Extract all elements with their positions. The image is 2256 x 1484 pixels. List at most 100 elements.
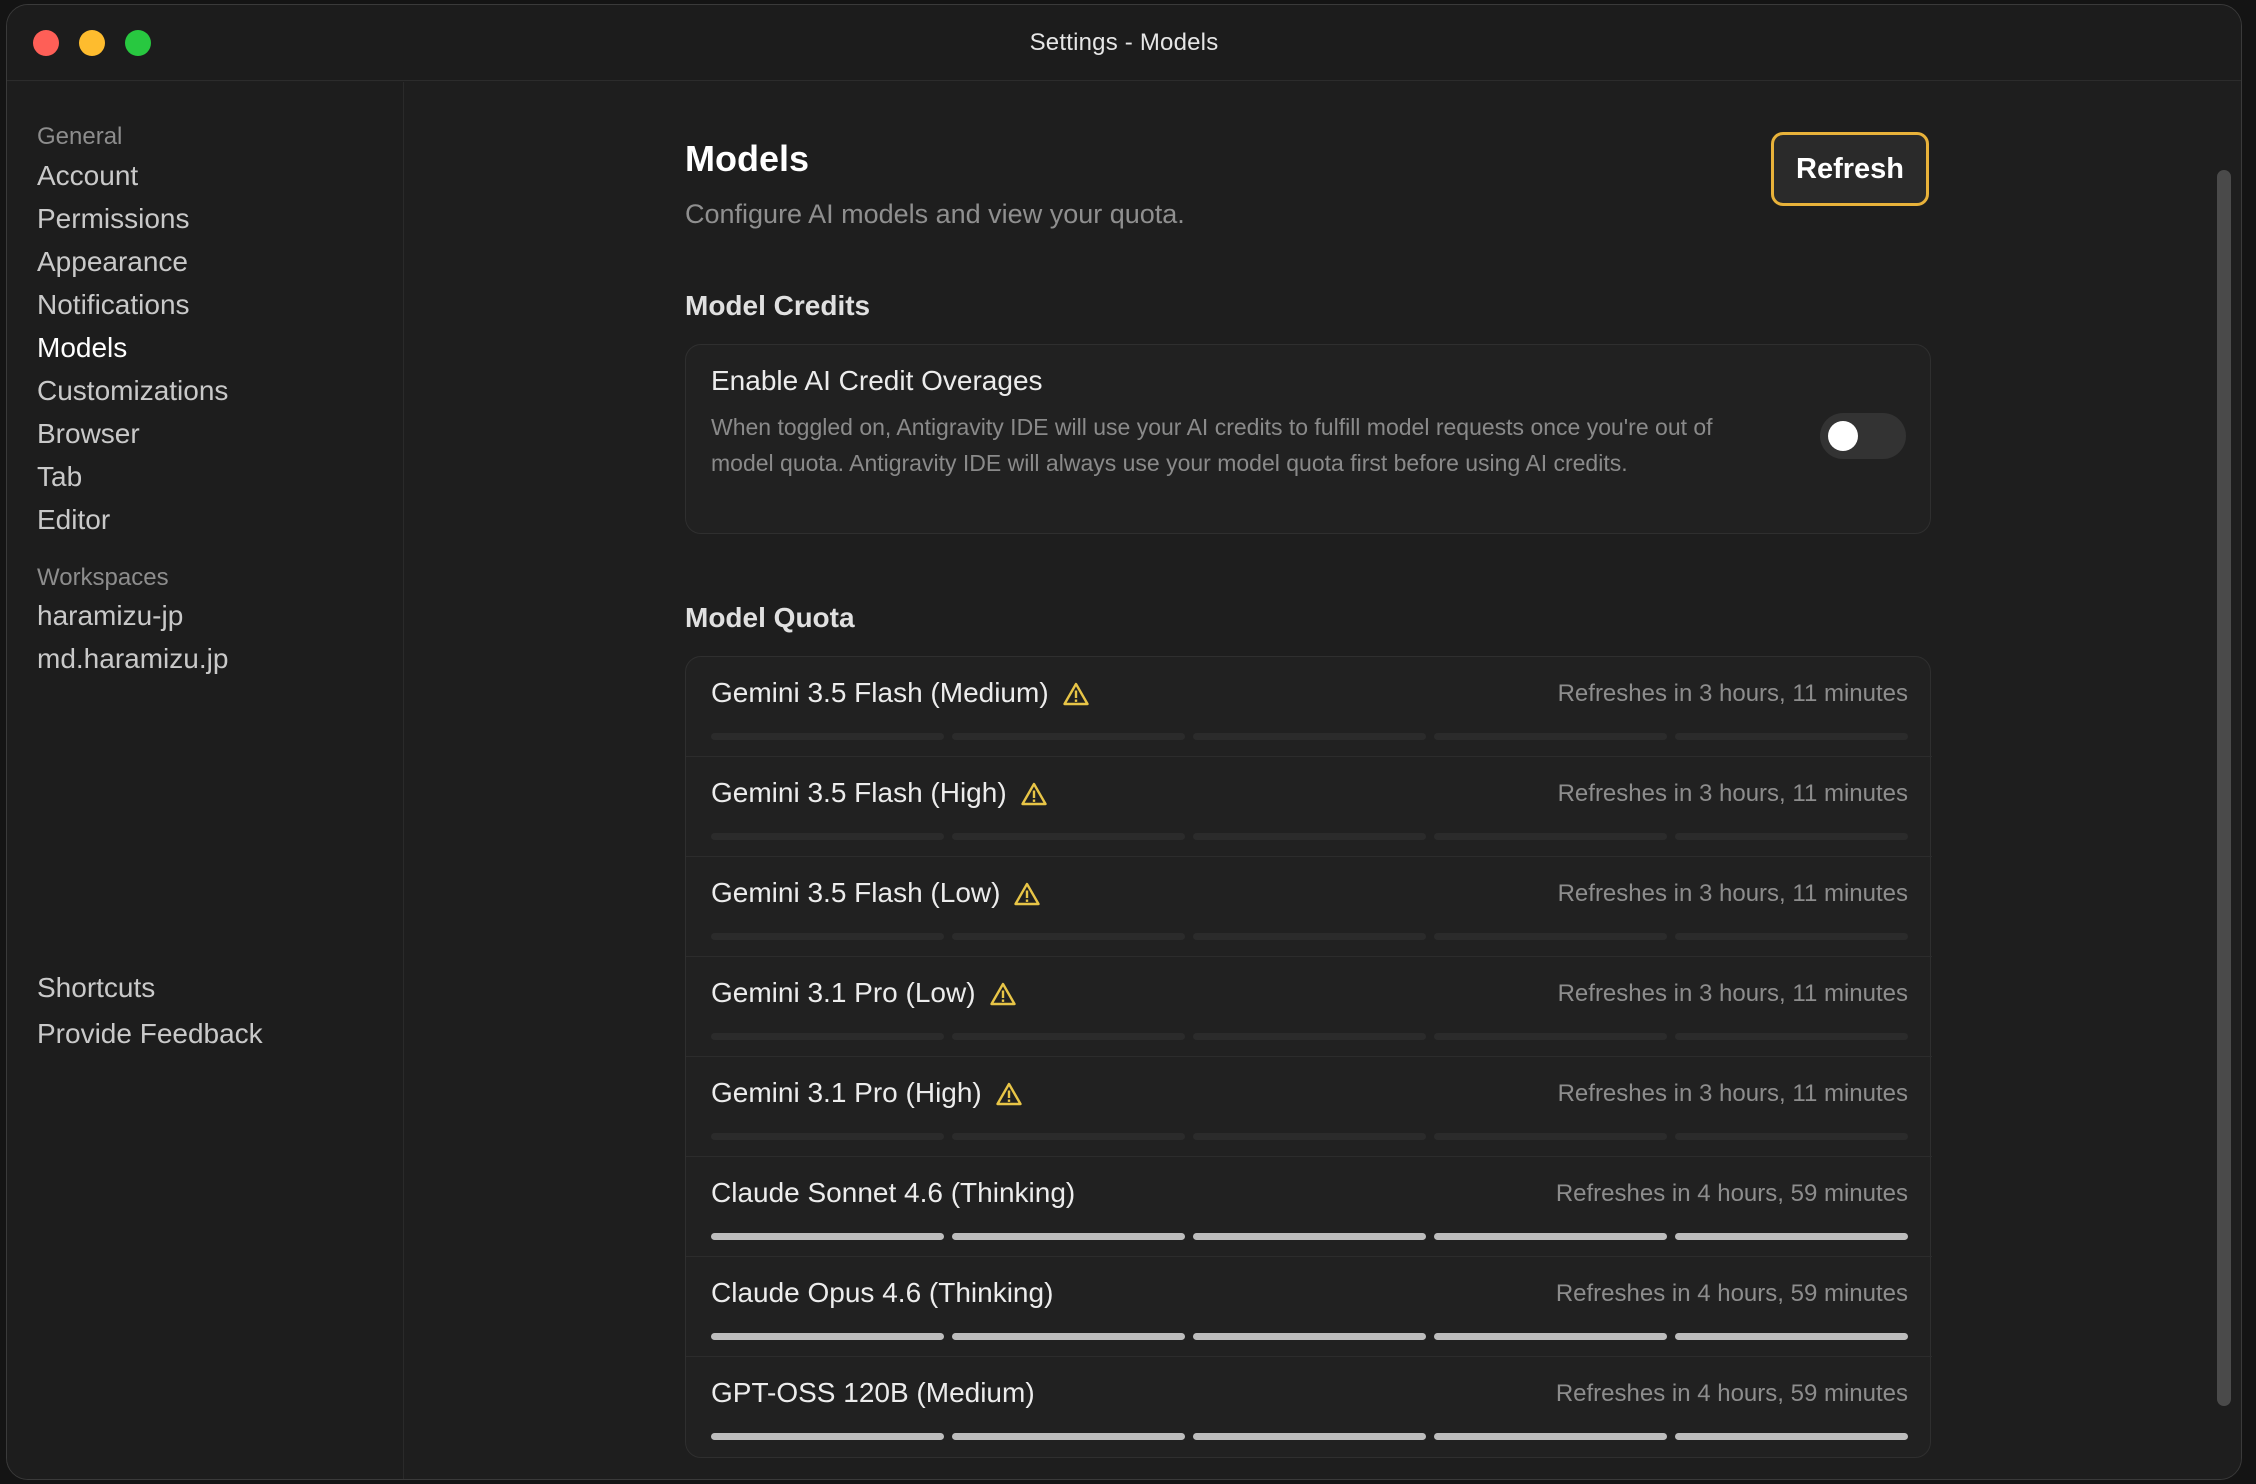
quota-segment	[1675, 1133, 1908, 1140]
model-quota-heading: Model Quota	[685, 602, 855, 633]
model-name-label: GPT-OSS 120B (Medium)	[711, 1377, 1035, 1408]
warning-triangle-icon	[996, 1081, 1022, 1106]
scrollbar[interactable]	[2217, 170, 2231, 1406]
refresh-button[interactable]: Refresh	[1771, 132, 1929, 206]
quota-progress-bar	[711, 733, 1908, 740]
table-row: Gemini 3.1 Pro (Low) Refreshes in 3 hours…	[686, 957, 1932, 1057]
refresh-countdown: Refreshes in 3 hours, 11 minutes	[1557, 880, 1908, 907]
quota-segment	[1193, 833, 1426, 840]
table-row: Gemini 3.5 Flash (Medium) Refreshes in 3 …	[686, 657, 1932, 757]
refresh-countdown: Refreshes in 3 hours, 11 minutes	[1557, 680, 1908, 707]
sidebar-item-permissions[interactable]: Permissions	[37, 203, 189, 235]
settings-content: Models Configure AI models and view your…	[405, 82, 2241, 1479]
quota-segment	[952, 1033, 1185, 1040]
quota-segment	[1193, 1433, 1426, 1440]
quota-segment	[1434, 1033, 1667, 1040]
quota-progress-bar	[711, 1433, 1908, 1440]
model-name-label: Gemini 3.1 Pro (Low)	[711, 977, 976, 1008]
title-bar: Settings - Models	[7, 5, 2241, 81]
quota-segment	[1434, 933, 1667, 940]
refresh-countdown: Refreshes in 3 hours, 11 minutes	[1557, 1080, 1908, 1107]
quota-progress-bar	[711, 1133, 1908, 1140]
quota-segment	[952, 1133, 1185, 1140]
sidebar-item-workspace-md-haramizu-jp[interactable]: md.haramizu.jp	[37, 643, 228, 675]
quota-segment	[1193, 1033, 1426, 1040]
quota-progress-bar	[711, 1333, 1908, 1340]
credit-overages-toggle[interactable]	[1820, 413, 1906, 459]
quota-segment	[1434, 733, 1667, 740]
quota-segment	[952, 1433, 1185, 1440]
quota-segment	[711, 1233, 944, 1240]
sidebar-item-models[interactable]: Models	[37, 332, 127, 364]
model-name: Gemini 3.5 Flash (Medium)	[711, 677, 1089, 709]
model-quota-list: Gemini 3.5 Flash (Medium) Refreshes in 3 …	[685, 656, 1932, 1458]
sidebar-item-account[interactable]: Account	[37, 160, 138, 192]
quota-segment	[1434, 833, 1667, 840]
model-name-label: Claude Sonnet 4.6 (Thinking)	[711, 1177, 1076, 1208]
quota-segment	[1675, 1433, 1908, 1440]
quota-segment	[1675, 833, 1908, 840]
quota-segment	[1675, 1333, 1908, 1340]
quota-segment	[1193, 1333, 1426, 1340]
credit-overages-card: Enable AI Credit Overages When toggled o…	[685, 344, 1931, 534]
quota-segment	[1675, 933, 1908, 940]
warning-triangle-icon	[1020, 781, 1047, 806]
model-name-label: Gemini 3.5 Flash (Medium)	[711, 677, 1049, 708]
quota-segment	[711, 733, 944, 740]
quota-segment	[711, 933, 944, 940]
model-name: Gemini 3.5 Flash (High)	[711, 777, 1047, 809]
model-name-label: Gemini 3.5 Flash (High)	[711, 777, 1007, 808]
model-name: Gemini 3.5 Flash (Low)	[711, 877, 1041, 909]
quota-segment	[1675, 733, 1908, 740]
model-name: Gemini 3.1 Pro (High)	[711, 1077, 1022, 1109]
table-row: GPT-OSS 120B (Medium) Refreshes in 4 hour…	[686, 1357, 1932, 1457]
refresh-countdown: Refreshes in 3 hours, 11 minutes	[1557, 980, 1908, 1007]
quota-segment	[952, 733, 1185, 740]
credit-overages-description: When toggled on, Antigravity IDE will us…	[711, 414, 1713, 476]
settings-window: Settings - Models General Account Permis…	[6, 4, 2242, 1480]
window-title: Settings - Models	[1029, 29, 1219, 56]
refresh-countdown: Refreshes in 4 hours, 59 minutes	[1555, 1280, 1908, 1307]
quota-segment	[952, 1233, 1185, 1240]
quota-segment	[1193, 1133, 1426, 1140]
refresh-countdown: Refreshes in 3 hours, 11 minutes	[1557, 780, 1908, 807]
sidebar-section-workspaces: Workspaces	[37, 564, 169, 591]
toggle-knob	[1828, 421, 1858, 451]
sidebar-item-tab[interactable]: Tab	[37, 461, 82, 493]
model-name: GPT-OSS 120B (Medium)	[711, 1377, 1035, 1409]
sidebar-item-appearance[interactable]: Appearance	[37, 246, 188, 278]
quota-segment	[711, 1333, 944, 1340]
table-row: Gemini 3.5 Flash (Low) Refreshes in 3 hou…	[686, 857, 1932, 957]
model-name-label: Gemini 3.5 Flash (Low)	[711, 877, 1001, 908]
model-name-label: Claude Opus 4.6 (Thinking)	[711, 1277, 1054, 1308]
quota-segment	[711, 833, 944, 840]
sidebar-item-customizations[interactable]: Customizations	[37, 375, 228, 407]
quota-segment	[711, 1033, 944, 1040]
quota-segment	[1434, 1133, 1667, 1140]
table-row: Gemini 3.5 Flash (High) Refreshes in 3 ho…	[686, 757, 1932, 857]
model-name: Claude Opus 4.6 (Thinking)	[711, 1277, 1053, 1309]
quota-segment	[711, 1133, 944, 1140]
sidebar-item-provide-feedback[interactable]: Provide Feedback	[37, 1018, 263, 1050]
quota-segment	[711, 1433, 944, 1440]
quota-segment	[952, 1333, 1185, 1340]
sidebar-item-workspace-haramizu-jp[interactable]: haramizu-jp	[37, 600, 183, 632]
quota-segment	[1675, 1233, 1908, 1240]
quota-segment	[1193, 933, 1426, 940]
model-name: Gemini 3.1 Pro (Low)	[711, 977, 1016, 1009]
quota-progress-bar	[711, 933, 1908, 940]
table-row: Claude Sonnet 4.6 (Thinking) Refreshes in…	[686, 1157, 1932, 1257]
sidebar: General Account Permissions Appearance N…	[7, 82, 404, 1479]
refresh-countdown: Refreshes in 4 hours, 59 minutes	[1555, 1380, 1908, 1407]
sidebar-item-browser[interactable]: Browser	[37, 418, 140, 450]
sidebar-item-notifications[interactable]: Notifications	[37, 289, 190, 321]
credit-overages-title: Enable AI Credit Overages	[711, 365, 1043, 396]
sidebar-item-editor[interactable]: Editor	[37, 504, 110, 536]
quota-segment	[952, 933, 1185, 940]
warning-triangle-icon	[1014, 881, 1041, 906]
model-name: Claude Sonnet 4.6 (Thinking)	[711, 1177, 1075, 1209]
table-row: Gemini 3.1 Pro (High) Refreshes in 3 hour…	[686, 1057, 1932, 1157]
sidebar-item-shortcuts[interactable]: Shortcuts	[37, 972, 155, 1004]
quota-segment	[1193, 1233, 1426, 1240]
sidebar-section-general: General	[37, 123, 123, 150]
